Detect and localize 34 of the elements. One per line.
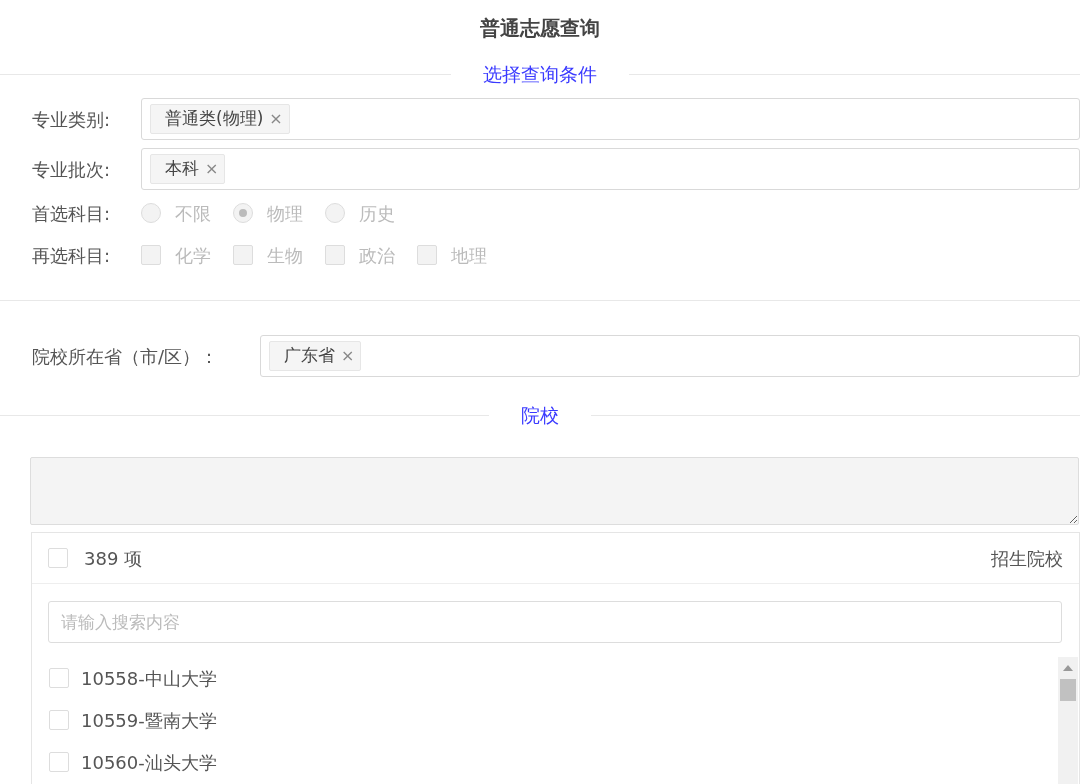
option-label: 物理 [267,201,303,226]
scroll-thumb[interactable] [1060,679,1076,701]
field-label: 首选科目: [32,201,112,226]
item-count: 389 项 [84,546,143,571]
section-heading: 选择查询条件 [482,61,598,87]
school-label: 10558-中山大学 [81,666,217,691]
school-label: 10559-暨南大学 [81,708,217,733]
checkbox[interactable] [49,752,69,772]
option-label: 政治 [359,243,395,268]
option-label: 化学 [175,243,211,268]
field-label: 专业类别: [32,107,112,132]
option-label: 不限 [175,201,211,226]
selected-tag: 广东省 × [269,341,362,371]
checkbox[interactable] [49,710,69,730]
field-label: 再选科目: [32,243,112,268]
tag-select-field[interactable]: 本科 × [141,148,1080,190]
option-label: 历史 [359,201,395,226]
select-all-checkbox[interactable] [48,548,68,568]
selected-tag: 普通类(物理) × [150,104,290,134]
option-label: 地理 [451,243,487,268]
field-label: 专业批次: [32,157,112,182]
selected-tag: 本科 × [150,154,226,184]
option-label: 生物 [267,243,303,268]
page-title: 普通志愿查询 [479,15,601,42]
scroll-up-icon[interactable] [1063,665,1073,671]
tag-select-field[interactable]: 普通类(物理) × [141,98,1080,140]
field-label: 院校所在省（市/区）： [32,344,220,369]
tag-select-field[interactable]: 广东省 × [260,335,1080,377]
search-field[interactable]: 请输入搜索内容 [48,601,1062,643]
checkbox[interactable] [49,668,69,688]
selected-schools-box[interactable] [30,457,1079,525]
section-heading: 院校 [520,402,560,428]
school-label: 10560-汕头大学 [81,750,217,775]
panel-title: 招生院校 [991,546,1063,571]
